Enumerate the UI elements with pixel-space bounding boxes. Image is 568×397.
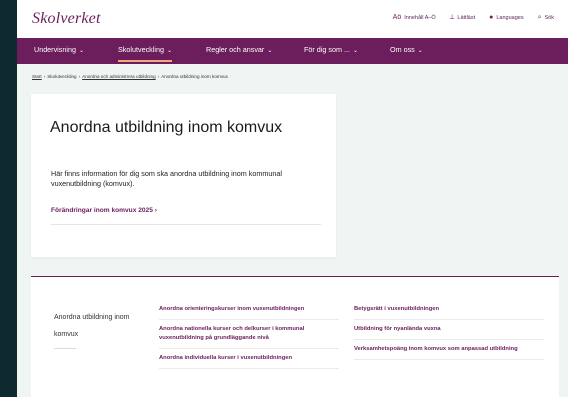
divider	[54, 348, 76, 349]
nav-item-label: För dig som ...	[304, 45, 350, 54]
globe-icon: ●	[489, 14, 494, 21]
a-o-index-label: Innehåll A–Ö	[404, 14, 436, 21]
page-title: Anordna utbildning inom komvux	[50, 119, 283, 136]
breadcrumb-separator: ›	[78, 74, 81, 79]
breadcrumb-link-anordna[interactable]: Anordna och administrera utbildning	[82, 74, 156, 79]
chevron-down-icon: ⌄	[352, 48, 358, 54]
link-betygsratt[interactable]: Betygsrätt i vuxenutbildningen	[354, 305, 544, 320]
breadcrumb: Start › Skolutveckling › Anordna och adminis…	[32, 74, 228, 79]
languages-link[interactable]: ● Languages	[489, 14, 523, 21]
chevron-down-icon: ⌄	[166, 48, 172, 54]
breadcrumb-item-skolutveckling: Skolutveckling	[47, 74, 77, 79]
nav-item-label: Om oss	[390, 45, 415, 54]
breadcrumb-separator: ›	[157, 74, 160, 79]
changes-2025-link[interactable]: Förändringar inom komvux 2025 ›	[51, 207, 157, 214]
link-nyanlanda-vuxna[interactable]: Utbildning för nyanlända vuxna	[354, 325, 544, 340]
nav-item-regler-och-ansvar[interactable]: Regler och ansvar ⌄	[206, 38, 272, 64]
utility-links: Aö Innehåll A–Ö ⟂ Lättläst ● Languages ⌕…	[393, 14, 554, 21]
link-verksamhetspoang[interactable]: Verksamhetspoäng inom komvux som anpassa…	[354, 345, 544, 360]
divider	[51, 224, 321, 225]
languages-label: Languages	[496, 14, 524, 21]
links-column-2: Betygsrätt i vuxenutbildningen Utbildnin…	[354, 305, 544, 365]
link-orienteringskurser[interactable]: Anordna orienteringskurser inom vuxenutb…	[159, 305, 339, 320]
chevron-down-icon: ⌄	[267, 48, 273, 54]
chevron-down-icon: ⌄	[417, 48, 423, 54]
nav-item-om-oss[interactable]: Om oss ⌄	[390, 38, 423, 64]
search-icon: ⌕	[537, 14, 542, 21]
link-individuella-kurser[interactable]: Anordna individuella kurser i vuxenutbil…	[159, 354, 339, 369]
nav-item-label: Skolutveckling	[118, 45, 164, 54]
breadcrumb-separator: ›	[43, 74, 46, 79]
nav-item-label: Regler och ansvar	[206, 45, 265, 54]
nav-item-for-dig-som[interactable]: För dig som ... ⌄	[304, 38, 358, 64]
search-label: Sök	[544, 14, 554, 21]
intro-card: Anordna utbildning inom komvux Här finns…	[31, 94, 336, 257]
breadcrumb-current: Anordna utbildning inom komvux	[161, 74, 228, 79]
search-link[interactable]: ⌕ Sök	[538, 14, 554, 21]
nav-item-skolutveckling[interactable]: Skolutveckling ⌄	[118, 38, 172, 64]
browser-viewport: Skolverket Aö Innehåll A–Ö ⟂ Lättläst ● …	[17, 0, 568, 397]
skolverket-logo[interactable]: Skolverket	[32, 10, 101, 28]
chevron-down-icon: ⌄	[78, 48, 84, 54]
a-o-index-icon: Aö	[392, 14, 402, 21]
easy-read-icon: ⟂	[449, 14, 455, 21]
panel-heading: Anordna utbildning inom komvux	[54, 314, 130, 338]
nav-item-label: Undervisning	[34, 45, 76, 54]
links-column-1: Anordna orienteringskurser inom vuxenutb…	[159, 305, 339, 374]
nav-item-undervisning[interactable]: Undervisning ⌄	[34, 38, 84, 64]
site-header: Skolverket Aö Innehåll A–Ö ⟂ Lättläst ● …	[17, 0, 568, 38]
a-o-index-link[interactable]: Aö Innehåll A–Ö	[393, 14, 436, 21]
main-navigation: Undervisning ⌄ Skolutveckling ⌄ Regler och…	[17, 38, 568, 64]
link-nationella-kurser[interactable]: Anordna nationella kurser och delkurser …	[159, 325, 339, 349]
breadcrumb-link-start[interactable]: Start	[32, 74, 42, 79]
related-links-panel: Anordna utbildning inom komvux Anordna o…	[31, 276, 559, 397]
easy-read-link[interactable]: ⟂ Lättläst	[450, 14, 475, 21]
easy-read-label: Lättläst	[457, 14, 476, 21]
intro-text: Här finns information för dig som ska an…	[51, 169, 282, 188]
